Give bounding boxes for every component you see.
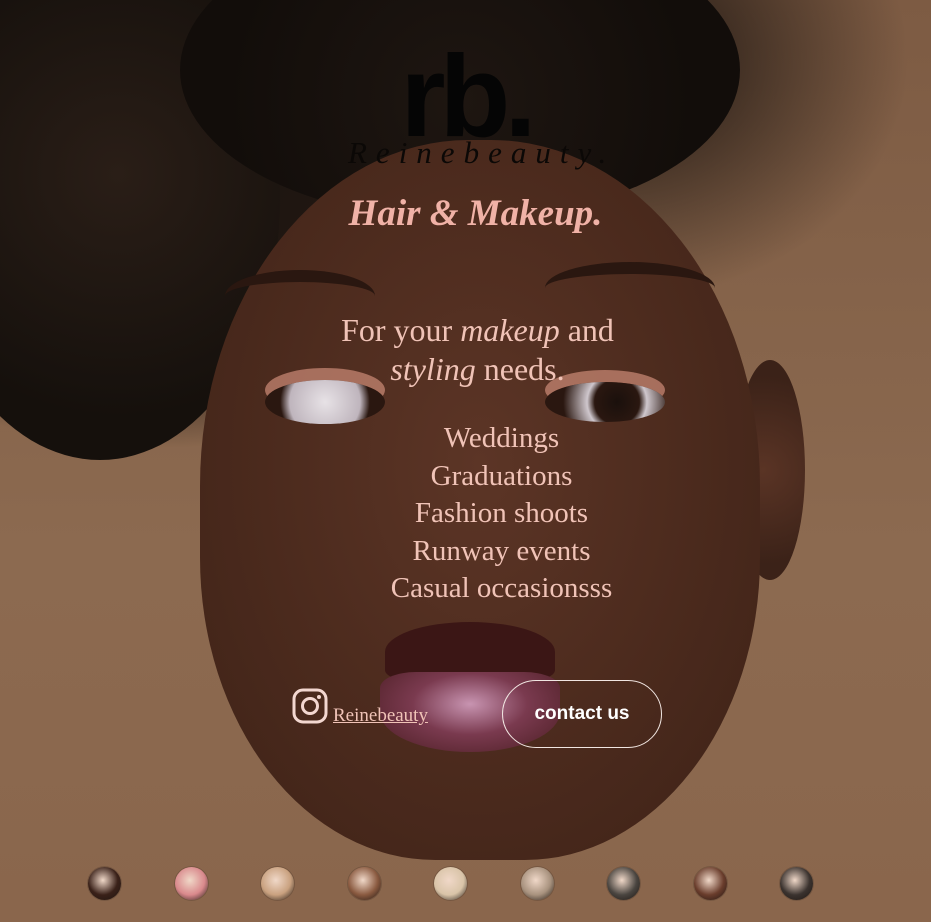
service-item: Runway events xyxy=(412,534,591,567)
instagram-handle[interactable]: Reinebeauty xyxy=(333,705,428,727)
instagram-icon xyxy=(292,688,328,724)
gallery-thumb-2[interactable] xyxy=(174,867,208,900)
instagram-link[interactable]: Reinebeauty xyxy=(291,683,428,727)
service-item: Weddings xyxy=(443,422,560,454)
gallery-thumb-5[interactable] xyxy=(434,867,467,900)
gallery-thumb-3[interactable] xyxy=(261,867,294,900)
intro-emphasis-styling: styling xyxy=(390,351,476,387)
tagline: Hair & Makeup. xyxy=(348,193,603,234)
intro-text-part: and xyxy=(559,312,614,348)
gallery-thumb-7[interactable] xyxy=(607,867,640,900)
intro-line-2: styling needs. xyxy=(0,350,931,389)
gallery-thumb-1[interactable] xyxy=(88,867,121,900)
intro-text-part: needs. xyxy=(475,351,565,387)
gallery-thumb-6[interactable] xyxy=(520,867,554,900)
service-item: Fashion shoots xyxy=(414,497,589,529)
gallery-thumb-4[interactable] xyxy=(347,867,381,900)
contact-us-button[interactable]: contact us xyxy=(502,680,662,748)
right-eyebrow xyxy=(545,262,715,314)
intro-line-1: For your makeup and xyxy=(0,311,931,350)
service-item: Casual occasionsss xyxy=(390,572,613,604)
intro-text-part: For your xyxy=(341,312,461,348)
gallery-thumb-8[interactable] xyxy=(693,867,727,900)
brand-name: Reinebeauty. xyxy=(348,135,616,170)
gallery-thumb-9[interactable] xyxy=(780,867,813,900)
intro-emphasis-makeup: makeup xyxy=(460,312,560,348)
intro-text: For your makeup and styling needs. xyxy=(0,311,931,389)
gallery-strip xyxy=(88,867,828,901)
service-item: Graduations xyxy=(430,459,573,492)
services-list: Weddings Graduations Fashion shoots Runw… xyxy=(0,420,931,608)
